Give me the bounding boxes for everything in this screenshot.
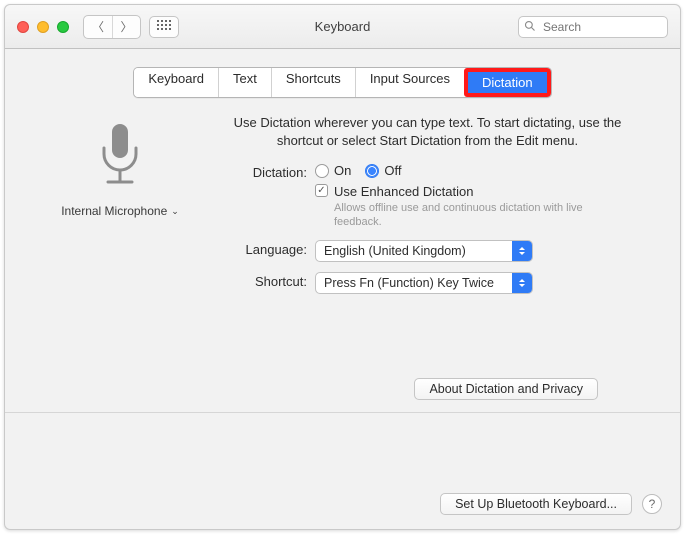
annotation-highlight: Dictation bbox=[464, 68, 551, 97]
enhanced-label: Use Enhanced Dictation bbox=[334, 184, 594, 199]
show-all-button[interactable] bbox=[149, 16, 179, 38]
about-dictation-button[interactable]: About Dictation and Privacy bbox=[414, 378, 598, 400]
enhanced-checkbox[interactable] bbox=[315, 184, 328, 197]
grid-icon bbox=[157, 20, 171, 34]
select-arrows-icon bbox=[512, 241, 532, 261]
radio-icon bbox=[315, 164, 329, 178]
content-area: Keyboard Text Shortcuts Input Sources Di… bbox=[5, 49, 680, 529]
tab-text[interactable]: Text bbox=[218, 68, 271, 97]
nav-buttons: 〈 〉 bbox=[83, 15, 141, 39]
titlebar: 〈 〉 Keyboard bbox=[5, 5, 680, 49]
chevron-right-icon: 〉 bbox=[120, 18, 132, 35]
shortcut-select[interactable]: Press Fn (Function) Key Twice bbox=[315, 272, 533, 294]
off-label: Off bbox=[384, 163, 401, 178]
on-label: On bbox=[334, 163, 351, 178]
tab-input-sources[interactable]: Input Sources bbox=[355, 68, 464, 97]
shortcut-label: Shortcut: bbox=[205, 272, 315, 289]
language-select[interactable]: English (United Kingdom) bbox=[315, 240, 533, 262]
language-value: English (United Kingdom) bbox=[324, 244, 466, 258]
minimize-icon[interactable] bbox=[37, 21, 49, 33]
tab-keyboard[interactable]: Keyboard bbox=[134, 68, 218, 97]
search-input[interactable] bbox=[518, 16, 668, 38]
back-button[interactable]: 〈 bbox=[84, 16, 112, 38]
forward-button[interactable]: 〉 bbox=[112, 16, 140, 38]
help-button[interactable]: ? bbox=[642, 494, 662, 514]
footer: Set Up Bluetooth Keyboard... ? bbox=[440, 493, 662, 515]
language-row: Language: English (United Kingdom) bbox=[205, 240, 650, 262]
microphone-column: Internal Microphone ⌄ bbox=[35, 120, 205, 400]
dictation-off-option[interactable]: Off bbox=[365, 163, 401, 178]
chevron-left-icon: 〈 bbox=[92, 18, 104, 35]
dictation-row: Dictation: On Off bbox=[205, 163, 650, 230]
microphone-icon bbox=[90, 120, 150, 200]
microphone-label: Internal Microphone bbox=[61, 204, 167, 218]
window-controls bbox=[17, 21, 69, 33]
settings-column: Use Dictation wherever you can type text… bbox=[205, 114, 650, 400]
divider bbox=[5, 412, 680, 413]
tab-dictation[interactable]: Dictation bbox=[468, 72, 547, 93]
enhanced-hint: Allows offline use and continuous dictat… bbox=[334, 201, 594, 230]
dictation-pane: Internal Microphone ⌄ Use Dictation wher… bbox=[5, 98, 680, 400]
window-title: Keyboard bbox=[315, 19, 371, 34]
close-icon[interactable] bbox=[17, 21, 29, 33]
intro-text: Use Dictation wherever you can type text… bbox=[215, 114, 640, 149]
dictation-on-option[interactable]: On bbox=[315, 163, 351, 178]
shortcut-value: Press Fn (Function) Key Twice bbox=[324, 276, 494, 290]
microphone-selector[interactable]: Internal Microphone ⌄ bbox=[61, 204, 179, 218]
radio-icon bbox=[365, 164, 379, 178]
tab-shortcuts[interactable]: Shortcuts bbox=[271, 68, 355, 97]
search-icon bbox=[524, 20, 536, 35]
zoom-icon[interactable] bbox=[57, 21, 69, 33]
setup-bluetooth-button[interactable]: Set Up Bluetooth Keyboard... bbox=[440, 493, 632, 515]
chevron-down-icon: ⌄ bbox=[171, 206, 179, 217]
dictation-label: Dictation: bbox=[205, 163, 315, 180]
tab-bar: Keyboard Text Shortcuts Input Sources Di… bbox=[5, 67, 680, 98]
search-field-wrap bbox=[518, 16, 668, 38]
shortcut-row: Shortcut: Press Fn (Function) Key Twice bbox=[205, 272, 650, 294]
select-arrows-icon bbox=[512, 273, 532, 293]
language-label: Language: bbox=[205, 240, 315, 257]
preferences-window: 〈 〉 Keyboard Keyboard Text Shortcuts Inp… bbox=[4, 4, 681, 530]
